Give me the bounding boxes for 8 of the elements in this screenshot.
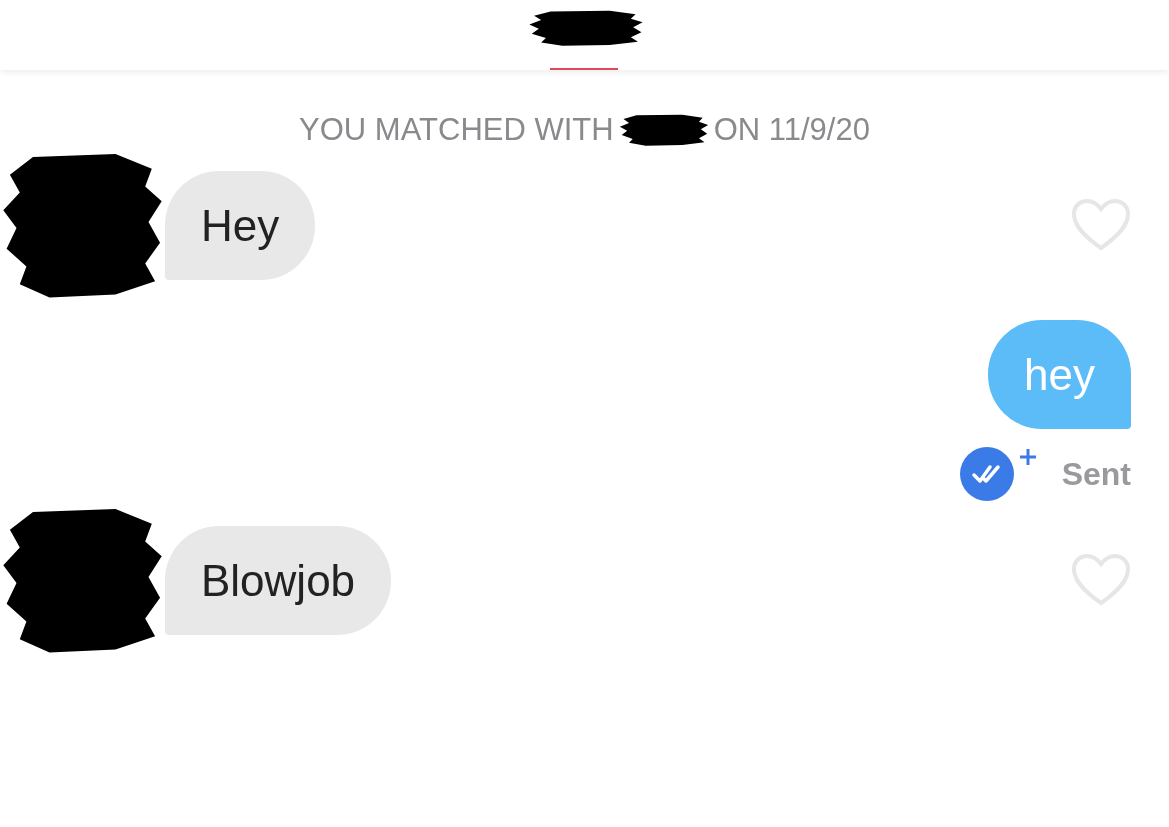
message-bubble: Blowjob <box>165 525 392 635</box>
message-bubble: hey <box>988 320 1131 429</box>
message-bubble: Hey <box>165 170 316 280</box>
match-date: ON 11/9/20 <box>713 112 870 148</box>
match-notice: YOU MATCHED WITH <box>299 112 614 148</box>
heart-icon[interactable] <box>1071 553 1131 607</box>
heart-icon[interactable] <box>1071 198 1131 252</box>
status-text: Sent <box>1061 455 1131 493</box>
